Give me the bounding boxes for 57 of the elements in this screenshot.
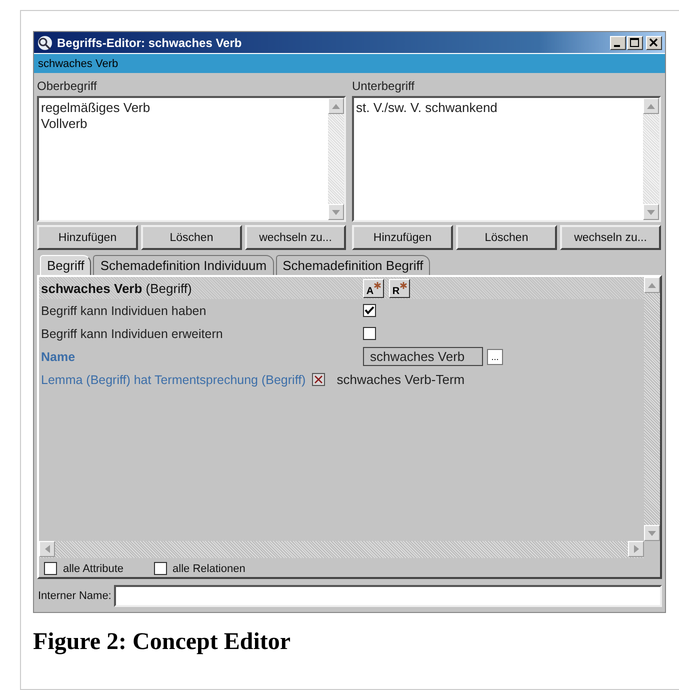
scrollbar[interactable] — [643, 98, 659, 220]
list-item[interactable]: st. V./sw. V. schwankend — [356, 100, 641, 116]
pane-button[interactable]: Hinzufügen — [37, 225, 138, 250]
pane-button[interactable]: Löschen — [456, 225, 557, 250]
delete-icon[interactable] — [312, 373, 325, 386]
checkbox-label: alle Relationen — [172, 562, 246, 574]
tab[interactable]: Schemadefinition Individuum — [93, 255, 274, 275]
scroll-down-icon[interactable] — [332, 210, 340, 214]
maximize-button[interactable] — [627, 36, 643, 50]
add-button[interactable]: R — [389, 278, 410, 298]
app-icon — [37, 34, 53, 50]
related-term[interactable]: schwaches Verb-Term — [336, 372, 465, 387]
scroll-up-icon[interactable] — [648, 282, 656, 288]
maximize-icon — [630, 38, 640, 48]
list-label: Unterbegriff — [352, 79, 416, 93]
browse-button[interactable]: ... — [487, 348, 503, 364]
window-title: Begriffs-Editor: schwaches Verb — [57, 36, 242, 50]
name-field[interactable]: schwaches Verb — [363, 347, 483, 366]
pane-button[interactable]: Hinzufügen — [352, 225, 453, 250]
property-label: Begriff kann Individuen erweitern — [41, 326, 224, 340]
pane-button[interactable]: wechseln zu... — [560, 225, 661, 250]
pane-button[interactable]: wechseln zu... — [245, 225, 346, 250]
horizontal-scrollbar[interactable] — [39, 541, 644, 558]
checkbox[interactable] — [154, 562, 167, 575]
header-title: schwaches Verb (Begriff) — [41, 280, 193, 296]
tab[interactable]: Schemadefinition Begriff — [276, 255, 430, 275]
scroll-up-icon[interactable] — [332, 104, 340, 108]
property-label: Name — [41, 350, 76, 364]
asterisk-icon — [400, 282, 407, 288]
pane-button[interactable]: Löschen — [141, 225, 242, 250]
concept-name: schwaches Verb — [38, 58, 118, 70]
property-label: Lemma (Begriff) hat Termentsprechung (Begriff) — [41, 372, 306, 386]
add-button[interactable]: A — [363, 278, 384, 298]
checkbox[interactable] — [44, 562, 57, 575]
close-icon — [649, 38, 659, 48]
minimize-button[interactable] — [610, 36, 626, 50]
property-label: Begriff kann Individuen haben — [41, 304, 208, 318]
field-label: Interner Name: — [38, 590, 112, 602]
scroll-right-icon[interactable] — [634, 545, 638, 553]
figure-caption: Figure 2: Concept Editor — [33, 629, 292, 656]
scroll-left-icon[interactable] — [44, 545, 50, 553]
internal-name-field[interactable] — [114, 585, 662, 607]
minimize-icon — [614, 44, 620, 46]
scroll-down-icon[interactable] — [648, 530, 656, 536]
checkbox[interactable] — [363, 304, 376, 317]
scrollbar[interactable] — [328, 98, 344, 220]
checkbox[interactable] — [363, 327, 376, 340]
list-item[interactable]: Vollverb — [41, 116, 326, 132]
scroll-down-icon[interactable] — [647, 210, 655, 214]
scroll-up-icon[interactable] — [647, 104, 655, 108]
asterisk-icon — [374, 282, 381, 288]
scrollbar[interactable] — [644, 277, 660, 541]
checkbox-label: alle Attribute — [63, 562, 124, 574]
list-label: Oberbegriff — [37, 79, 98, 93]
tab[interactable]: Begriff — [40, 255, 92, 275]
close-button[interactable] — [646, 36, 662, 50]
list-item[interactable]: regelmäßiges Verb — [41, 100, 326, 116]
